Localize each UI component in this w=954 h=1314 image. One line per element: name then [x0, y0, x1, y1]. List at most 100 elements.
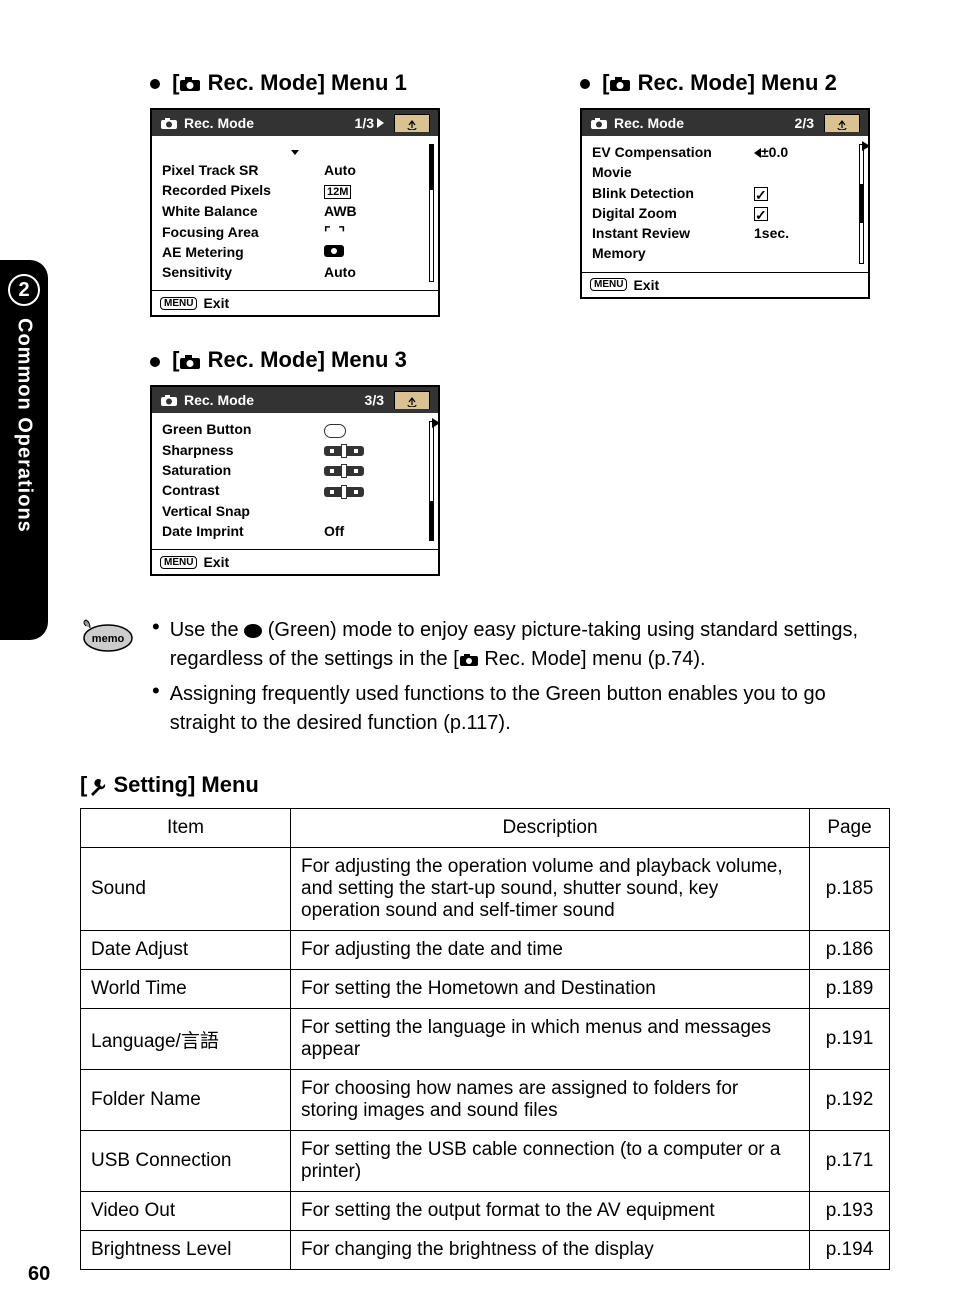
camera-icon: [179, 76, 201, 92]
menu1-header-text: Rec. Mode: [184, 115, 254, 131]
triangle-down-icon: [291, 150, 299, 155]
th-desc: Description: [291, 809, 810, 848]
menu2-card: Rec. Mode 2/3 EV Compensation±0.0 Movie …: [580, 108, 870, 299]
tool-tab-icon: [394, 391, 430, 409]
cell-item: Sound: [81, 848, 291, 931]
cell-desc: For choosing how names are assigned to f…: [291, 1070, 810, 1131]
menu1-row4-value: [324, 242, 428, 262]
menu3-row0-label: Green Button: [162, 419, 312, 439]
menu2-title: [ Rec. Mode] Menu 2: [580, 70, 870, 96]
menu2-title-prefix: [: [602, 70, 609, 95]
menu1-card: Rec. Mode 1/3 Pixel Track SRAuto Recorde…: [150, 108, 440, 317]
bullet-icon: [150, 79, 160, 89]
setting-menu-heading: [ Setting] Menu: [80, 772, 890, 798]
table-row: Video OutFor setting the output format t…: [81, 1192, 890, 1231]
menu1-row1-label: Recorded Pixels: [162, 180, 312, 201]
triangle-right-icon: [432, 415, 440, 431]
tool-tab-icon: [394, 114, 430, 132]
camera-icon: [459, 653, 479, 667]
menu2-row5-label: Memory: [592, 243, 742, 263]
table-row: USB ConnectionFor setting the USB cable …: [81, 1131, 890, 1192]
checkbox-checked-icon: [754, 187, 768, 201]
slider-icon: [324, 446, 364, 456]
menu2-row3-value: [754, 203, 858, 223]
menu1-row0-value: Auto: [324, 160, 428, 180]
menu1-row5-value: Auto: [324, 262, 428, 282]
bullet-icon: [580, 79, 590, 89]
menu1-page-text: 1/3: [355, 115, 374, 131]
cell-item: Language/言語: [81, 1009, 291, 1070]
cell-item: Video Out: [81, 1192, 291, 1231]
page-content: [ Rec. Mode] Menu 1 Rec. Mode 1/3 P: [80, 70, 890, 1270]
page-number: 60: [28, 1263, 50, 1286]
menu3-header-text: Rec. Mode: [184, 392, 254, 408]
menu2-row4-value: 1sec.: [754, 223, 858, 243]
menu2-row2-value: [754, 183, 858, 203]
menu3-header: Rec. Mode 3/3: [152, 387, 438, 413]
memo-item-1: Use the (Green) mode to enjoy easy pictu…: [152, 616, 890, 674]
menu3-body: Green Button Sharpness Saturation Contra…: [152, 413, 438, 549]
menu2-header-text: Rec. Mode: [614, 115, 684, 131]
cell-desc: For setting the output format to the AV …: [291, 1192, 810, 1231]
cell-page: p.186: [810, 931, 890, 970]
menu3-row5-label: Date Imprint: [162, 521, 312, 541]
table-row: Date AdjustFor adjusting the date and ti…: [81, 931, 890, 970]
camera-icon: [590, 117, 608, 130]
menu1-header: Rec. Mode 1/3: [152, 110, 438, 136]
checkbox-checked-icon: [754, 207, 768, 221]
cell-page: p.192: [810, 1070, 890, 1131]
slider-icon: [324, 487, 364, 497]
table-row: World TimeFor setting the Hometown and D…: [81, 970, 890, 1009]
cell-desc: For setting the USB cable connection (to…: [291, 1131, 810, 1192]
rec-mode-menu-2: [ Rec. Mode] Menu 2 Rec. Mode 2/3 EV Com…: [510, 70, 870, 317]
menu1-row1-value: 12M: [324, 180, 428, 201]
side-tab: 2 Common Operations: [0, 260, 48, 640]
menu1-row5-label: Sensitivity: [162, 262, 312, 282]
cell-desc: For changing the brightness of the displ…: [291, 1231, 810, 1270]
bullet-icon: [150, 357, 160, 367]
menu3-footer-text: Exit: [203, 554, 229, 570]
th-page: Page: [810, 809, 890, 848]
menu2-row0-value: ±0.0: [754, 142, 858, 162]
cell-desc: For adjusting the date and time: [291, 931, 810, 970]
menu1-row3-value: ⌜ ⌝: [324, 222, 428, 242]
menu2-row0-label: EV Compensation: [592, 142, 742, 162]
cell-page: p.171: [810, 1131, 890, 1192]
menu1-page-indicator: 1/3: [355, 115, 384, 131]
rec-mode-menu-1: [ Rec. Mode] Menu 1 Rec. Mode 1/3 P: [80, 70, 440, 317]
cell-page: p.194: [810, 1231, 890, 1270]
menu1-title: [ Rec. Mode] Menu 1: [150, 70, 440, 96]
menu3-row2-label: Saturation: [162, 460, 312, 480]
cell-item: Folder Name: [81, 1070, 291, 1131]
camera-icon: [609, 76, 631, 92]
focus-area-icon: ⌜ ⌝: [324, 224, 347, 240]
menu3-row3-value: [324, 480, 428, 500]
green-button-icon: [324, 424, 346, 438]
cell-page: p.191: [810, 1009, 890, 1070]
heading-text: Setting] Menu: [107, 772, 259, 797]
rec-mode-menu-3: [ Rec. Mode] Menu 3 Rec. Mode 3/3 Green …: [80, 347, 890, 576]
menu2-header: Rec. Mode 2/3: [582, 110, 868, 136]
menu3-row1-value: [324, 440, 428, 460]
menu3-footer: MENU Exit: [152, 549, 438, 574]
memo1-c: Rec. Mode] menu (p.74).: [479, 648, 706, 670]
menu1-footer-text: Exit: [203, 295, 229, 311]
menu2-row4-label: Instant Review: [592, 223, 742, 243]
memo1-a: Use the: [170, 619, 244, 641]
memo-item-2: Assigning frequently used functions to t…: [152, 680, 890, 738]
menu1-row2-value: AWB: [324, 201, 428, 221]
menu3-row0-value: [324, 419, 428, 439]
menu2-footer: MENU Exit: [582, 272, 868, 297]
menu3-title-text: Rec. Mode] Menu 3: [201, 347, 406, 372]
camera-icon: [160, 394, 178, 407]
menu3-title-prefix: [: [172, 347, 179, 372]
menu3-row1-label: Sharpness: [162, 440, 312, 460]
cell-item: Date Adjust: [81, 931, 291, 970]
menu1-row3-label: Focusing Area: [162, 222, 312, 242]
th-item: Item: [81, 809, 291, 848]
tool-tab-icon: [824, 114, 860, 132]
menu1-footer: MENU Exit: [152, 290, 438, 315]
cell-item: Brightness Level: [81, 1231, 291, 1270]
menu3-page-text: 3/3: [365, 392, 384, 408]
triangle-right-icon: [377, 118, 384, 128]
